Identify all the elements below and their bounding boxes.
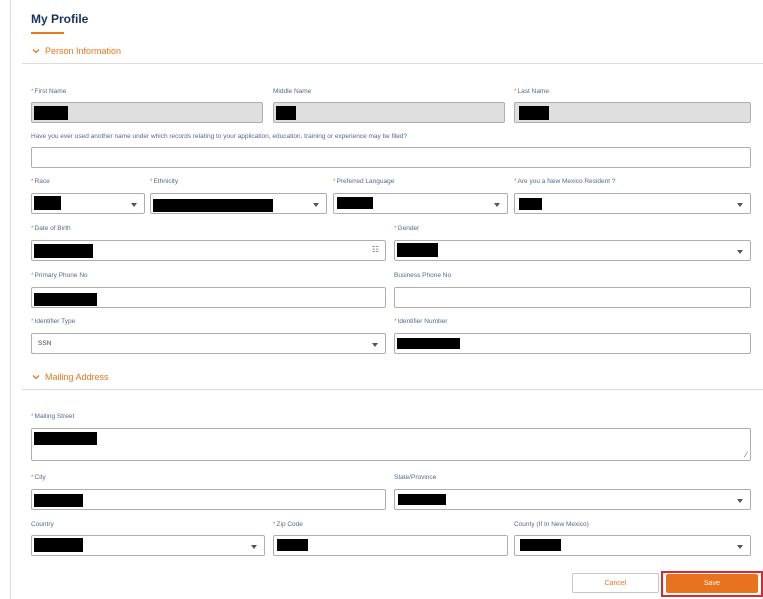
gender-label: *Gender (394, 225, 420, 232)
section-label: Mailing Address (45, 372, 109, 382)
zip-input[interactable] (273, 535, 508, 556)
primary-phone-label: *Primary Phone No (31, 272, 88, 279)
middle-name-label: Middle Name (273, 88, 312, 95)
calendar-icon[interactable]: ☷ (372, 245, 379, 254)
redacted-value (34, 244, 93, 258)
country-select[interactable] (31, 535, 265, 556)
identifier-number-input[interactable] (394, 333, 751, 354)
race-select[interactable] (31, 193, 145, 214)
identifier-type-value: SSN (38, 340, 52, 347)
zip-label: *Zip Code (273, 521, 303, 528)
primary-phone-input[interactable] (31, 287, 386, 308)
county-label: County (If In New Mexico) (514, 521, 589, 528)
caret-down-icon (737, 203, 743, 207)
caret-down-icon (313, 203, 319, 207)
ethnicity-select[interactable] (150, 193, 327, 214)
section-toggle-mailing-address[interactable]: Mailing Address (31, 372, 109, 382)
gender-select[interactable] (394, 240, 751, 261)
redacted-value (34, 538, 83, 552)
caret-down-icon (131, 203, 137, 207)
city-label: *City (31, 474, 46, 481)
redacted-value (276, 106, 296, 120)
preferred-language-label: *Preferred Language (333, 178, 395, 185)
section-label: Person Information (45, 46, 122, 56)
county-select[interactable] (514, 535, 751, 556)
race-label: *Race (31, 178, 50, 185)
redacted-value (34, 293, 97, 306)
redacted-value (153, 199, 273, 212)
ethnicity-label: *Ethnicity (150, 178, 179, 185)
other-name-label: Have you ever used another name under wh… (31, 133, 408, 140)
cancel-button[interactable]: Cancel (572, 573, 659, 593)
redacted-value (397, 243, 438, 257)
middle-name-input[interactable] (273, 102, 505, 123)
first-name-input[interactable] (31, 102, 263, 123)
redacted-value (34, 196, 61, 210)
mailing-street-label: *Mailing Street (31, 413, 75, 420)
nm-resident-select[interactable] (514, 193, 751, 214)
identifier-type-label: *Identifier Type (31, 318, 76, 325)
caret-down-icon (372, 343, 378, 347)
redacted-value (34, 106, 68, 120)
left-border (10, 0, 11, 599)
redacted-value (398, 494, 446, 505)
caret-down-icon (737, 545, 743, 549)
chevron-down-icon (32, 49, 40, 54)
redacted-value (337, 197, 373, 209)
state-select[interactable] (394, 489, 751, 510)
chevron-down-icon (32, 375, 40, 380)
caret-down-icon (251, 545, 257, 549)
dob-input[interactable]: ☷ (31, 240, 386, 261)
section-toggle-person-information[interactable]: Person Information (31, 46, 121, 56)
redacted-value (34, 494, 83, 507)
section-divider (22, 389, 763, 390)
country-label: Country (31, 521, 54, 528)
redacted-value (519, 198, 542, 210)
caret-down-icon (737, 250, 743, 254)
caret-down-icon (737, 499, 743, 503)
page-title: My Profile (31, 12, 89, 26)
business-phone-label: Business Phone No (394, 272, 452, 279)
resize-handle-icon[interactable]: ∕ (746, 450, 747, 459)
redacted-value (34, 432, 97, 445)
identifier-type-select[interactable]: SSN (31, 333, 386, 354)
other-name-input[interactable] (31, 147, 751, 168)
redacted-value (519, 106, 549, 120)
redacted-value (520, 539, 561, 551)
nm-resident-label: *Are you a New Mexico Resident ? (514, 178, 616, 185)
redacted-value (397, 338, 460, 349)
city-input[interactable] (31, 489, 386, 510)
section-divider (22, 63, 763, 64)
first-name-label: *First Name (31, 88, 67, 95)
last-name-input[interactable] (514, 102, 751, 123)
caret-down-icon (494, 203, 500, 207)
state-label: State/Province (394, 474, 437, 481)
identifier-number-label: *Identifier Number (394, 318, 448, 325)
preferred-language-select[interactable] (333, 193, 508, 214)
last-name-label: *Last Name (514, 88, 549, 95)
business-phone-input[interactable] (394, 287, 751, 308)
save-button[interactable]: Save (666, 574, 758, 593)
title-underline (31, 32, 64, 34)
redacted-value (277, 539, 308, 551)
mailing-street-textarea[interactable]: ∕ (31, 428, 751, 461)
dob-label: *Date of Birth (31, 225, 71, 232)
